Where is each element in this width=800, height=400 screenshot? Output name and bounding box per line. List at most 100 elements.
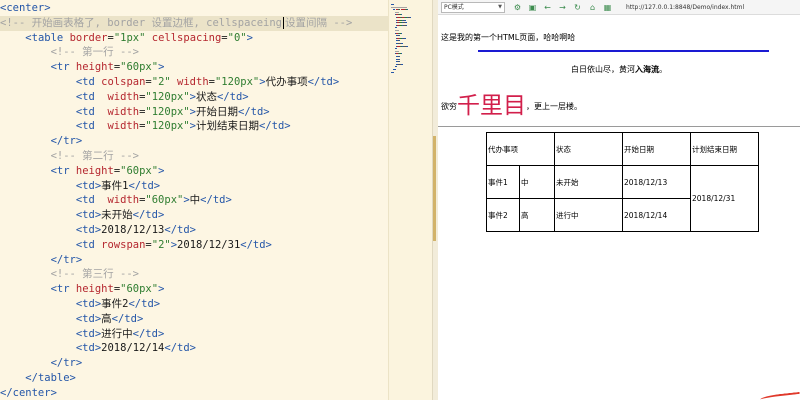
code-line[interactable]: <!-- 开始画表格了, border 设置边框, cellspaceing 设置… bbox=[0, 15, 388, 31]
qrcode-icon[interactable]: ▦ bbox=[602, 2, 613, 13]
code-line[interactable]: <!-- 第一行 --> bbox=[0, 45, 388, 60]
code-line[interactable]: <td width="120px">计划结束日期</td> bbox=[0, 119, 388, 134]
code-token: > bbox=[158, 164, 165, 177]
minimap-mark bbox=[405, 24, 408, 26]
code-line[interactable]: <td>事件2</td> bbox=[0, 297, 388, 312]
code-line[interactable]: </tr> bbox=[0, 134, 388, 149]
chevron-down-icon: ▼ bbox=[498, 4, 502, 10]
cell-start-date: 2018/12/13 bbox=[622, 165, 691, 199]
mode-select-value: PC模式 bbox=[444, 4, 464, 11]
poem-line-1-text: 白日依山尽，黄河 bbox=[571, 65, 635, 74]
cell-priority: 高 bbox=[519, 198, 555, 232]
code-line[interactable]: <center> bbox=[0, 1, 388, 16]
code-line[interactable]: <td width="120px">开始日期</td> bbox=[0, 105, 388, 120]
code-token: "60px" bbox=[145, 194, 184, 207]
code-token: > bbox=[246, 31, 253, 44]
minimap-mark bbox=[398, 56, 401, 57]
code-token: <!-- 开始画表格了, border 设置边框, cellspaceing bbox=[0, 16, 283, 29]
code-token: "120px" bbox=[214, 75, 260, 88]
intro-text: 这是我的第一个HTML页面，哈哈啊哈 bbox=[441, 33, 576, 42]
code-token: > bbox=[158, 283, 165, 296]
code-token: 2018/12/14 bbox=[101, 342, 165, 355]
code-line[interactable]: </tr> bbox=[0, 253, 388, 268]
code-token: <td> bbox=[75, 312, 102, 325]
code-line[interactable]: </table> bbox=[0, 371, 388, 386]
code-token: </table> bbox=[25, 371, 76, 384]
url-bar[interactable]: http://127.0.0.1:8848/Demo/index.html bbox=[626, 3, 744, 12]
minimap-mark bbox=[394, 30, 399, 31]
code-token: width bbox=[107, 90, 140, 103]
code-token: 事件1 bbox=[101, 179, 129, 192]
code-line[interactable]: <tr height="60px"> bbox=[0, 164, 388, 179]
code-area[interactable]: <center> <!-- 开始画表格了, border 设置边框, cellsp… bbox=[0, 0, 388, 400]
code-line[interactable]: <td rowspan="2">2018/12/31</td> bbox=[0, 238, 388, 253]
code-token: <tr bbox=[50, 164, 76, 177]
code-line[interactable]: </center> bbox=[0, 386, 388, 400]
minimap-mark bbox=[404, 19, 407, 21]
poem-line-2: 欲穷千里目，更上一层楼。 bbox=[441, 86, 582, 119]
code-line[interactable]: <table border="1px" cellspacing="0"> bbox=[0, 31, 388, 46]
settings-icon[interactable]: ⚙ bbox=[512, 2, 523, 13]
code-token: </td> bbox=[132, 209, 165, 222]
back-icon[interactable]: ← bbox=[542, 2, 553, 13]
code-line[interactable]: <td>未开始</td> bbox=[0, 208, 388, 223]
code-token: 高 bbox=[101, 312, 112, 325]
minimap-mark bbox=[401, 32, 403, 34]
code-token: </td> bbox=[307, 75, 340, 88]
minimap-mark bbox=[406, 45, 408, 47]
code-token: <td bbox=[75, 75, 102, 88]
code-token: "120px" bbox=[145, 120, 190, 133]
code-token: "60px" bbox=[120, 164, 159, 177]
editor-scrollbar-thumb[interactable] bbox=[433, 136, 436, 241]
poem-line-1: 白日依山尽，黄河入海流。 bbox=[438, 64, 800, 75]
code-token: <td bbox=[75, 238, 102, 251]
code-token: height bbox=[75, 164, 114, 177]
code-token: <table bbox=[25, 31, 70, 44]
cell-start-date: 2018/12/14 bbox=[622, 198, 691, 232]
code-token: <center> bbox=[0, 2, 51, 14]
header-cell-task: 代办事项 bbox=[486, 132, 555, 166]
code-line[interactable]: <td>2018/12/14</td> bbox=[0, 341, 388, 356]
lock-icon[interactable]: ⌂ bbox=[587, 2, 598, 13]
code-token: <td> bbox=[75, 327, 102, 340]
minimap-mark bbox=[398, 40, 401, 42]
code-line[interactable]: <!-- 第二行 --> bbox=[0, 149, 388, 164]
code-line[interactable]: <td>2018/12/13</td> bbox=[0, 223, 388, 238]
code-line[interactable]: <td>高</td> bbox=[0, 312, 388, 327]
code-token: </td> bbox=[240, 238, 272, 251]
code-line[interactable]: <td>事件1</td> bbox=[0, 179, 388, 194]
refresh-icon[interactable]: ↻ bbox=[572, 2, 583, 13]
code-line[interactable]: <td>进行中</td> bbox=[0, 327, 388, 342]
minimap-mark bbox=[394, 48, 397, 50]
minimap-mark bbox=[394, 11, 399, 13]
cell-event: 事件2 bbox=[486, 198, 520, 232]
editor-minimap[interactable] bbox=[388, 0, 432, 400]
task-table: 代办事项 状态 开始日期 计划结束日期 事件1 中 未开始 2018/12/13… bbox=[486, 132, 759, 232]
forward-icon[interactable]: → bbox=[557, 2, 568, 13]
code-token: </td> bbox=[128, 297, 161, 310]
code-line[interactable]: </tr> bbox=[0, 356, 388, 371]
code-token: 设置间隔 --> bbox=[285, 16, 353, 29]
code-line[interactable]: <td colspan="2" width="120px">代办事项</td> bbox=[0, 75, 388, 90]
code-line[interactable]: <!-- 第三行 --> bbox=[0, 267, 388, 282]
code-line[interactable]: <tr height="60px"> bbox=[0, 282, 388, 297]
code-editor[interactable]: <center> <!-- 开始画表格了, border 设置边框, cellsp… bbox=[0, 0, 388, 400]
minimap-mark bbox=[409, 17, 412, 18]
code-token: cellspacing bbox=[145, 31, 222, 44]
mode-select[interactable]: PC模式 ▼ bbox=[441, 2, 505, 13]
code-line[interactable]: <td width="60px">中</td> bbox=[0, 193, 388, 208]
code-token: <td> bbox=[75, 342, 102, 355]
code-token: </tr> bbox=[50, 357, 83, 370]
screenshot-icon[interactable]: ▣ bbox=[527, 2, 538, 13]
code-token: colspan bbox=[101, 75, 146, 88]
code-line[interactable]: <td width="120px">状态</td> bbox=[0, 90, 388, 105]
code-line[interactable]: <tr height="60px"> bbox=[0, 60, 388, 75]
minimap-mark bbox=[401, 14, 403, 16]
minimap-mark bbox=[394, 27, 397, 29]
